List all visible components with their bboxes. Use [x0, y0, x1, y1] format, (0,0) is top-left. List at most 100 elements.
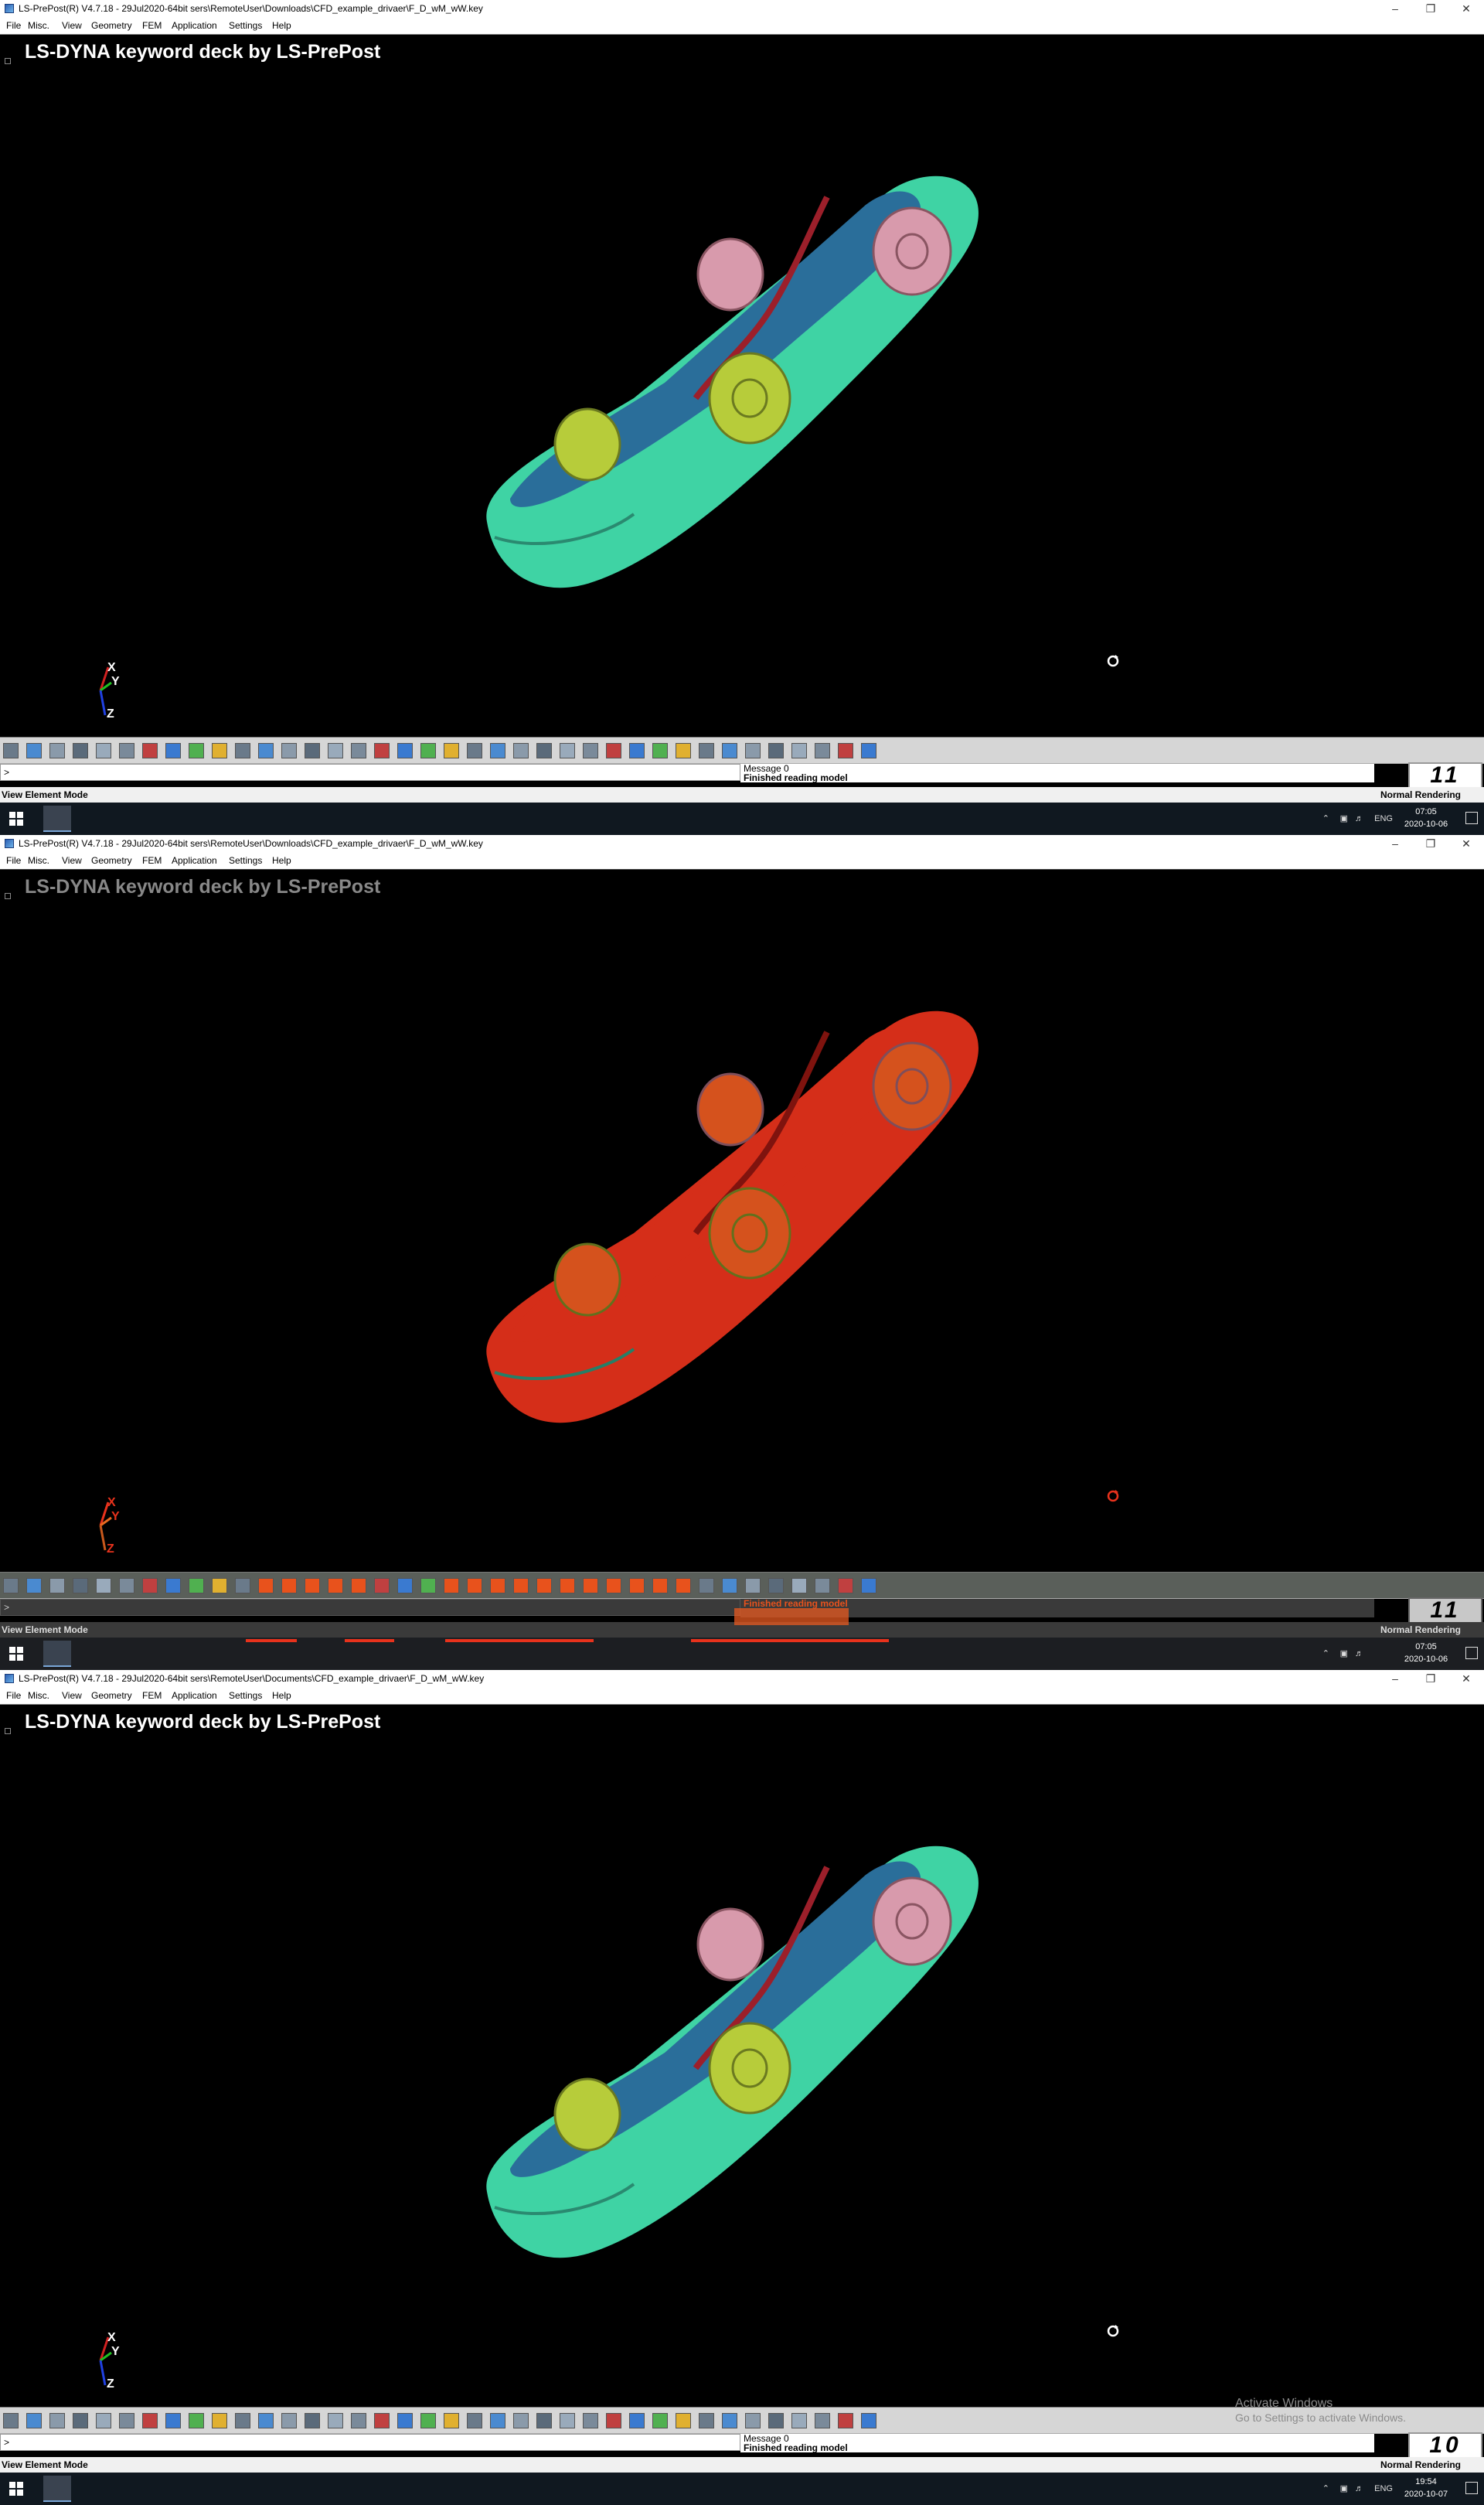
toolbar-icon[interactable] — [791, 743, 807, 758]
toolbar-icon[interactable] — [212, 743, 227, 758]
volume-icon[interactable]: ♬ — [1355, 1638, 1363, 1670]
toolbar-icon[interactable] — [513, 2413, 529, 2428]
language-indicator[interactable]: ENG — [1374, 2473, 1393, 2505]
toolbar-icon[interactable] — [235, 2413, 250, 2428]
toolbar-icon[interactable] — [768, 1578, 784, 1593]
menu-item[interactable]: Help — [272, 852, 291, 869]
taskbar-clock[interactable]: 07:05 2020-10-06 — [1399, 806, 1453, 830]
toolbar-icon[interactable] — [652, 743, 668, 758]
toolbar-icon[interactable] — [305, 743, 320, 758]
taskbar-app-lsprepost[interactable] — [43, 806, 71, 832]
menu-item[interactable]: FEM — [142, 852, 162, 869]
toolbar-icon[interactable] — [606, 1578, 621, 1593]
toolbar-icon[interactable] — [699, 1578, 714, 1593]
menu-item[interactable]: Misc. — [28, 17, 49, 34]
toolbar-icon[interactable] — [560, 1578, 575, 1593]
menu-item[interactable]: FEM — [142, 17, 162, 34]
maximize-button[interactable]: ❐ — [1413, 0, 1448, 17]
toolbar-icon[interactable] — [3, 2413, 19, 2428]
toolbar-icon[interactable] — [351, 2413, 366, 2428]
notification-icon[interactable] — [1465, 2482, 1478, 2494]
toolbar-icon[interactable] — [374, 743, 390, 758]
toolbar-icon[interactable] — [699, 743, 714, 758]
taskbar-clock[interactable]: 19:54 2020-10-07 — [1399, 2476, 1453, 2500]
toolbar-icon[interactable] — [606, 743, 621, 758]
toolbar-icon[interactable] — [397, 1578, 413, 1593]
menu-item[interactable]: View — [62, 17, 82, 34]
toolbar-icon[interactable] — [328, 2413, 343, 2428]
notification-icon[interactable] — [1465, 1647, 1478, 1659]
toolbar-icon[interactable] — [722, 1578, 737, 1593]
toolbar-icon[interactable] — [73, 743, 88, 758]
toolbar-icon[interactable] — [328, 743, 343, 758]
toolbar-icon[interactable] — [467, 2413, 482, 2428]
toolbar-icon[interactable] — [142, 743, 158, 758]
toolbar-icon[interactable] — [652, 1578, 668, 1593]
toolbar-icon[interactable] — [583, 1578, 598, 1593]
toolbar-icon[interactable] — [652, 2413, 668, 2428]
toolbar-icon[interactable] — [26, 743, 42, 758]
menu-item[interactable]: Application — [172, 17, 217, 34]
toolbar-icon[interactable] — [119, 1578, 134, 1593]
network-icon[interactable]: ▣ — [1340, 1638, 1348, 1670]
windows-start-icon[interactable] — [9, 812, 23, 826]
toolbar-icon[interactable] — [629, 2413, 645, 2428]
toolbar-icon[interactable] — [165, 1578, 181, 1593]
toolbar-icon[interactable] — [235, 743, 250, 758]
toolbar-icon[interactable] — [467, 1578, 482, 1593]
toolbar-icon[interactable] — [258, 1578, 274, 1593]
toolbar-icon[interactable] — [305, 1578, 320, 1593]
menu-item[interactable]: Settings — [229, 17, 262, 34]
toolbar-icon[interactable] — [49, 1578, 65, 1593]
toolbar-icon[interactable] — [791, 1578, 807, 1593]
toolbar-icon[interactable] — [699, 2413, 714, 2428]
toolbar-icon[interactable] — [444, 1578, 459, 1593]
toolbar-icon[interactable] — [490, 1578, 505, 1593]
toolbar-icon[interactable] — [258, 743, 274, 758]
toolbar-icon[interactable] — [96, 743, 111, 758]
toolbar-icon[interactable] — [444, 743, 459, 758]
toolbar-icon[interactable] — [676, 2413, 691, 2428]
toolbar-icon[interactable] — [3, 1578, 19, 1593]
toolbar-icon[interactable] — [26, 2413, 42, 2428]
toolbar-icon[interactable] — [305, 2413, 320, 2428]
toolbar-icon[interactable] — [629, 743, 645, 758]
menu-item[interactable]: View — [62, 1687, 82, 1704]
toolbar-icon[interactable] — [490, 743, 505, 758]
toolbar-icon[interactable] — [676, 1578, 691, 1593]
command-input[interactable]: > — [0, 764, 740, 781]
toolbar-icon[interactable] — [189, 1578, 204, 1593]
menu-item[interactable]: Help — [272, 17, 291, 34]
close-button[interactable]: ✕ — [1448, 1670, 1484, 1687]
graphics-viewport[interactable]: LS-DYNA keyword deck by LS-PrePost X Y Z — [0, 1704, 1484, 2408]
toolbar-icon[interactable] — [745, 1578, 761, 1593]
toolbar-icon[interactable] — [26, 1578, 42, 1593]
minimize-button[interactable]: – — [1377, 835, 1413, 852]
language-indicator[interactable]: ENG — [1374, 803, 1393, 835]
toolbar-icon[interactable] — [815, 1578, 830, 1593]
tray-chevron-icon[interactable]: ⌃ — [1322, 1638, 1329, 1670]
minimize-button[interactable]: – — [1377, 1670, 1413, 1687]
toolbar-icon[interactable] — [212, 1578, 227, 1593]
toolbar-icon[interactable] — [420, 2413, 436, 2428]
toolbar-icon[interactable] — [258, 2413, 274, 2428]
menu-item[interactable]: Misc. — [28, 852, 49, 869]
toolbar-icon[interactable] — [119, 743, 134, 758]
toolbar-icon[interactable] — [513, 743, 529, 758]
toolbar-icon[interactable] — [281, 743, 297, 758]
toolbar-icon[interactable] — [96, 1578, 111, 1593]
toolbar-icon[interactable] — [629, 1578, 645, 1593]
menu-item[interactable]: Geometry — [91, 17, 132, 34]
toolbar-icon[interactable] — [397, 2413, 413, 2428]
toolbar-icon[interactable] — [815, 743, 830, 758]
volume-icon[interactable]: ♬ — [1355, 2473, 1363, 2505]
taskbar-app-lsprepost[interactable] — [43, 2476, 71, 2502]
toolbar-icon[interactable] — [189, 2413, 204, 2428]
toolbar-icon[interactable] — [490, 2413, 505, 2428]
toolbar-icon[interactable] — [444, 2413, 459, 2428]
toolbar-icon[interactable] — [3, 743, 19, 758]
menu-item[interactable]: Help — [272, 1687, 291, 1704]
menu-item[interactable]: Settings — [229, 852, 262, 869]
menu-item[interactable]: File — [6, 1687, 21, 1704]
toolbar-icon[interactable] — [815, 2413, 830, 2428]
